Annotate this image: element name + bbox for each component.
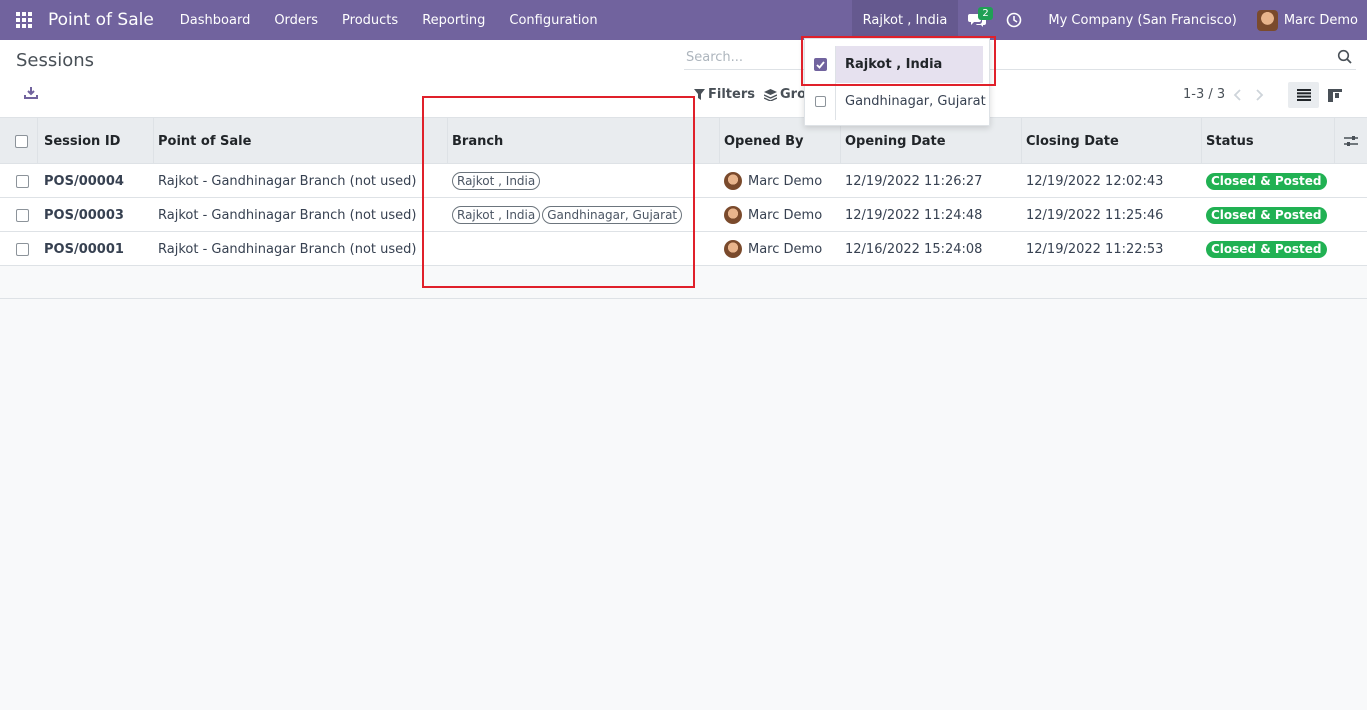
download-icon[interactable]: [24, 86, 40, 102]
branch-cell: [448, 232, 720, 266]
filters-button[interactable]: Filters: [694, 87, 755, 102]
search-bar: [684, 46, 1356, 70]
status-badge: Closed & Posted: [1206, 172, 1327, 190]
pos-cell: Rajkot - Gandhinagar Branch (not used): [158, 241, 417, 257]
row-checkbox[interactable]: [15, 174, 29, 188]
menu-orders[interactable]: Orders: [262, 13, 330, 28]
opened-by-cell: Marc Demo: [720, 198, 841, 232]
menu-reporting[interactable]: Reporting: [410, 13, 497, 28]
avatar: [724, 240, 742, 258]
table-row[interactable]: POS/00001 Rajkot - Gandhinagar Branch (n…: [0, 232, 1367, 266]
branch-tag: Rajkot , India: [452, 206, 541, 224]
table-row[interactable]: POS/00004 Rajkot - Gandhinagar Branch (n…: [0, 164, 1367, 198]
checkbox-checked[interactable]: [813, 58, 827, 71]
opening-date-cell: 12/19/2022 11:26:27: [845, 173, 983, 189]
opened-by-cell: Marc Demo: [720, 232, 841, 266]
session-id-cell: POS/00003: [44, 207, 124, 223]
filter-icon: [694, 89, 705, 100]
status-badge: Closed & Posted: [1206, 206, 1327, 224]
table-header: Session ID Point of Sale Branch Opened B…: [0, 118, 1367, 164]
search-icon[interactable]: [1337, 49, 1353, 65]
row-checkbox[interactable]: [15, 242, 29, 256]
pos-cell: Rajkot - Gandhinagar Branch (not used): [158, 173, 417, 189]
opening-date-cell: 12/16/2022 15:24:08: [845, 241, 983, 257]
closing-date-cell: 12/19/2022 11:25:46: [1026, 207, 1164, 223]
opened-by-name: Marc Demo: [748, 207, 823, 223]
apps-icon[interactable]: [0, 0, 48, 40]
table-row[interactable]: POS/00003 Rajkot - Gandhinagar Branch (n…: [0, 198, 1367, 232]
page-title: Sessions: [16, 50, 95, 71]
messages-count-badge: 2: [978, 7, 993, 20]
pager-value[interactable]: 1-3 / 3: [1183, 87, 1225, 102]
activities-button[interactable]: [996, 0, 1032, 40]
app-title[interactable]: Point of Sale: [48, 10, 154, 30]
menu-products[interactable]: Products: [330, 13, 410, 28]
closing-date-cell: 12/19/2022 12:02:43: [1026, 173, 1164, 189]
opened-by-name: Marc Demo: [748, 173, 823, 189]
branch-cell: Rajkot , India Gandhinagar, Gujarat: [448, 198, 720, 232]
row-checkbox[interactable]: [15, 208, 29, 222]
select-all-cell: [0, 118, 38, 164]
branch-option-gandhinagar[interactable]: Gandhinagar, Gujarat: [805, 83, 989, 120]
sessions-list: Session ID Point of Sale Branch Opened B…: [0, 118, 1367, 299]
top-navbar: Point of Sale Dashboard Orders Products …: [0, 0, 1367, 40]
branch-tag: Rajkot , India: [452, 172, 541, 190]
table-footer: [0, 266, 1367, 299]
kanban-view-icon[interactable]: [1321, 82, 1349, 108]
session-id-cell: POS/00001: [44, 241, 124, 257]
opening-date-cell: 12/19/2022 11:24:48: [845, 207, 983, 223]
branch-option-label: Rajkot , India: [835, 46, 983, 83]
avatar: [1256, 9, 1278, 31]
column-header-point-of-sale[interactable]: Point of Sale: [154, 118, 448, 164]
chevron-left-icon[interactable]: [1231, 88, 1245, 102]
chevron-right-icon[interactable]: [1252, 88, 1266, 102]
optional-columns-icon[interactable]: [1335, 118, 1367, 164]
clock-icon: [1007, 12, 1022, 28]
company-switcher[interactable]: My Company (San Francisco): [1032, 13, 1246, 28]
user-menu[interactable]: Marc Demo: [1247, 9, 1367, 31]
menu-dashboard[interactable]: Dashboard: [168, 13, 263, 28]
opened-by-cell: Marc Demo: [720, 164, 841, 198]
user-name: Marc Demo: [1283, 12, 1358, 28]
branch-option-rajkot[interactable]: Rajkot , India: [805, 46, 989, 83]
branch-switcher[interactable]: Rajkot , India: [851, 0, 959, 40]
branch-option-label: Gandhinagar, Gujarat: [835, 83, 989, 120]
session-id-cell: POS/00004: [44, 173, 124, 189]
branch-tag: Gandhinagar, Gujarat: [542, 206, 683, 224]
branch-dropdown: Rajkot , India Gandhinagar, Gujarat: [804, 38, 990, 126]
column-header-closing-date[interactable]: Closing Date: [1022, 118, 1202, 164]
status-cell: Closed & Posted: [1202, 232, 1335, 266]
status-cell: Closed & Posted: [1202, 198, 1335, 232]
messages-button[interactable]: 2: [958, 0, 996, 40]
column-header-branch[interactable]: Branch: [448, 118, 720, 164]
layers-icon: [764, 88, 777, 101]
column-header-status[interactable]: Status: [1202, 118, 1335, 164]
branch-cell: Rajkot , India: [448, 164, 720, 198]
column-header-session-id[interactable]: Session ID: [38, 118, 154, 164]
pos-cell: Rajkot - Gandhinagar Branch (not used): [158, 207, 417, 223]
status-cell: Closed & Posted: [1202, 164, 1335, 198]
status-badge: Closed & Posted: [1206, 240, 1327, 258]
avatar: [724, 206, 742, 224]
closing-date-cell: 12/19/2022 11:22:53: [1026, 241, 1164, 257]
select-all-checkbox[interactable]: [15, 134, 28, 148]
filters-label: Filters: [708, 87, 755, 102]
avatar: [724, 172, 742, 190]
control-panel: Sessions Filters Grou 1-3 / 3: [0, 40, 1367, 118]
opened-by-name: Marc Demo: [748, 241, 823, 257]
checkbox-unchecked[interactable]: [814, 96, 826, 107]
menu-configuration[interactable]: Configuration: [497, 13, 609, 28]
list-view-icon[interactable]: [1288, 82, 1319, 108]
